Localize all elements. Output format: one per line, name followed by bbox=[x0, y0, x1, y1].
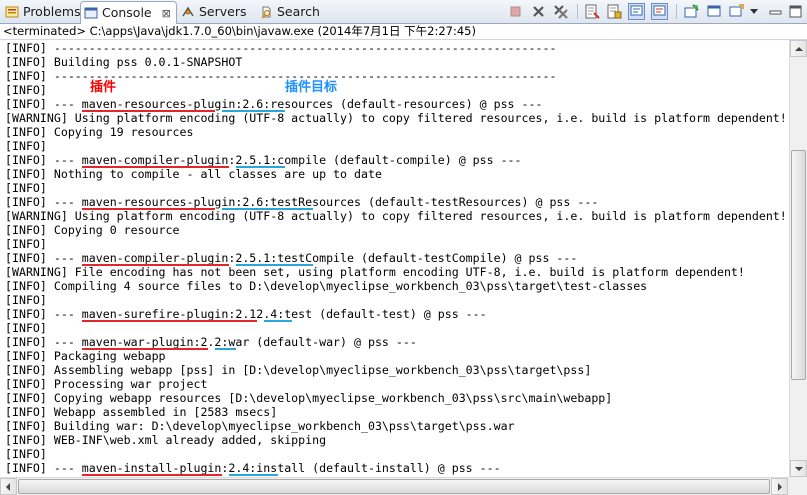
minimize-icon[interactable] bbox=[767, 3, 784, 20]
view-menu-icon[interactable] bbox=[749, 3, 761, 20]
console-line: [INFO] Packaging webapp bbox=[5, 349, 166, 363]
console-line: [INFO] Processing war project bbox=[5, 377, 208, 391]
console-line: [INFO] bbox=[5, 139, 47, 153]
annotation-underline bbox=[81, 320, 257, 322]
tab-label: Search bbox=[277, 4, 320, 19]
vertical-scrollbar[interactable] bbox=[789, 40, 807, 477]
horizontal-scroll-thumb[interactable] bbox=[18, 479, 770, 494]
console-line: [INFO] --- maven-compiler-plugin:2.5.1:t… bbox=[5, 251, 578, 265]
scroll-lock-icon[interactable] bbox=[606, 3, 623, 20]
scrollbar-corner bbox=[789, 477, 807, 495]
tab-label: Problems bbox=[23, 4, 81, 19]
console-line: [INFO] Assembling webapp [pss] in [D:\de… bbox=[5, 363, 592, 377]
open-console-icon[interactable] bbox=[728, 3, 745, 20]
tab-label: Console bbox=[102, 5, 152, 20]
tab-search[interactable]: Search bbox=[256, 1, 326, 23]
annotation-underline bbox=[263, 320, 292, 322]
console-line: [INFO] Copying 0 resource bbox=[5, 223, 180, 237]
console-line: [INFO] Compiling 4 source files to D:\de… bbox=[5, 279, 648, 293]
annotation-underline bbox=[214, 348, 236, 350]
remove-all-terminated-icon[interactable] bbox=[552, 3, 569, 20]
scroll-down-button[interactable] bbox=[790, 460, 807, 477]
servers-icon bbox=[182, 6, 194, 17]
remove-launch-icon[interactable] bbox=[530, 3, 547, 20]
console-line: [WARNING] File encoding has not been set… bbox=[5, 265, 745, 279]
console-line: [INFO] --- maven-war-plugin:2.2:war (def… bbox=[5, 335, 417, 349]
console-line: [INFO] bbox=[5, 181, 47, 195]
console-line: [INFO] --- maven-compiler-plugin:2.5.1:c… bbox=[5, 153, 522, 167]
close-tab-icon[interactable]: ⊠ bbox=[162, 3, 171, 24]
console-line: [INFO] bbox=[5, 293, 47, 307]
annotation-underline bbox=[221, 110, 285, 112]
console-output[interactable]: 插件 插件目标 [INFO] -------------------------… bbox=[0, 40, 789, 477]
maximize-icon[interactable] bbox=[787, 3, 804, 20]
console-line: [INFO] Webapp assembled in [2583 msecs] bbox=[5, 405, 278, 419]
annotation-underline bbox=[235, 166, 285, 168]
console-line: [INFO] --- maven-surefire-plugin:2.12.4:… bbox=[5, 307, 487, 321]
console-line: [INFO] bbox=[5, 321, 47, 335]
annotation-underline bbox=[81, 348, 208, 350]
annotation-underline bbox=[221, 208, 313, 210]
console-line: [INFO] --- maven-resources-plugin:2.6:re… bbox=[5, 97, 543, 111]
console-line: [INFO] Copying 19 resources bbox=[5, 125, 194, 139]
console-line: [INFO] Nothing to compile - all classes … bbox=[5, 167, 382, 181]
console-line: [INFO] bbox=[5, 447, 47, 461]
vertical-scroll-thumb[interactable] bbox=[791, 150, 806, 380]
clear-console-icon[interactable] bbox=[584, 3, 601, 20]
show-on-stdout-icon[interactable] bbox=[628, 3, 645, 20]
console-line: [INFO] Building pss 0.0.1-SNAPSHOT bbox=[5, 55, 243, 69]
scroll-right-button[interactable] bbox=[771, 478, 788, 495]
annotation-underline bbox=[228, 474, 278, 476]
console-line: [INFO] ---------------------------------… bbox=[5, 41, 557, 55]
console-line: [WARNING] Using platform encoding (UTF-8… bbox=[5, 111, 787, 125]
console-line: [INFO] Building war: D:\develop\myeclips… bbox=[5, 419, 515, 433]
scroll-left-button[interactable] bbox=[0, 478, 17, 495]
annotation-underline bbox=[81, 166, 229, 168]
tab-label: Servers bbox=[199, 4, 247, 19]
annotation-underline bbox=[81, 264, 229, 266]
scroll-up-button[interactable] bbox=[790, 40, 807, 57]
annotation-underline bbox=[81, 474, 222, 476]
view-tab-bar: Problems Console ⊠ Servers Search bbox=[0, 0, 807, 24]
tab-servers[interactable]: Servers bbox=[178, 1, 254, 23]
tab-console[interactable]: Console ⊠ bbox=[80, 1, 177, 24]
pin-console-icon[interactable] bbox=[683, 3, 700, 20]
console-line: [INFO] --- maven-install-plugin:2.4:inst… bbox=[5, 461, 501, 475]
console-line: [WARNING] Using platform encoding (UTF-8… bbox=[5, 209, 787, 223]
show-on-stderr-icon[interactable] bbox=[651, 3, 668, 20]
console-line: [INFO] Copying webapp resources [D:\deve… bbox=[5, 391, 613, 405]
console-line: [INFO] WEB-INF\web.xml already added, sk… bbox=[5, 433, 327, 447]
console-icon bbox=[84, 7, 98, 19]
console-line: [INFO] --- maven-resources-plugin:2.6:te… bbox=[5, 195, 599, 209]
console-line: [INFO] bbox=[5, 83, 47, 97]
annotation-underline bbox=[81, 110, 215, 112]
tab-problems[interactable]: Problems bbox=[2, 1, 81, 23]
search-icon bbox=[261, 6, 271, 19]
console-line: [INFO] bbox=[5, 237, 47, 251]
console-line: [INFO] ---------------------------------… bbox=[5, 69, 557, 83]
annotation-underline bbox=[81, 208, 215, 210]
display-selected-console-icon[interactable] bbox=[706, 3, 723, 20]
console-status-line: <terminated> C:\apps\Java\jdk1.7.0_60\bi… bbox=[0, 24, 807, 40]
problems-icon bbox=[5, 6, 19, 18]
terminate-icon[interactable] bbox=[507, 3, 524, 20]
annotation-underline bbox=[235, 264, 313, 266]
horizontal-scrollbar[interactable] bbox=[0, 477, 789, 495]
